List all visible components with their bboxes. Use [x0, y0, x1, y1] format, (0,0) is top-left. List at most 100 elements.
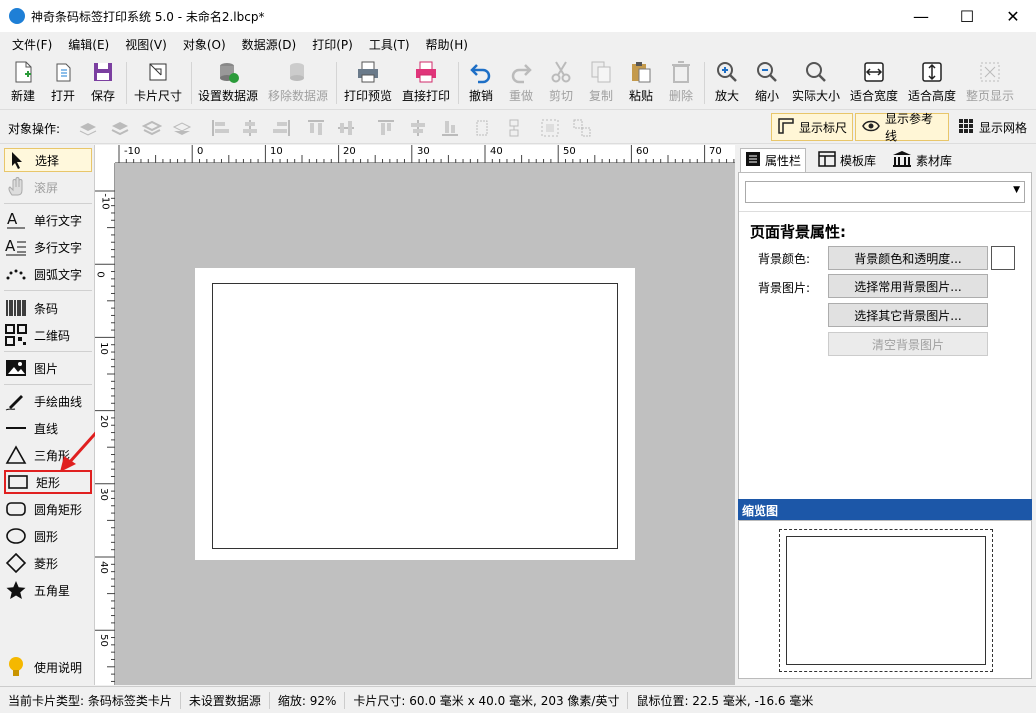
close-button[interactable]: ✕ — [990, 0, 1036, 32]
tab-properties[interactable]: 属性栏 — [740, 148, 807, 172]
tool-star[interactable]: 五角星 — [4, 578, 92, 602]
bg-color-button[interactable]: 背景颜色和透明度... — [828, 246, 988, 270]
save-button[interactable]: 保存 — [86, 59, 120, 107]
open-button[interactable]: 打开 — [46, 59, 80, 107]
zoom-in-icon — [715, 59, 739, 85]
bring-front-icon[interactable] — [78, 118, 98, 138]
ungroup-icon[interactable] — [572, 118, 592, 138]
tool-image[interactable]: 图片 — [4, 356, 92, 380]
tab-templates[interactable]: 模板库 — [814, 148, 880, 172]
same-height-icon[interactable] — [504, 118, 524, 138]
align-left-icon[interactable] — [210, 118, 230, 138]
bring-forward-icon[interactable] — [110, 118, 130, 138]
distribute-top-icon[interactable] — [376, 118, 396, 138]
design-canvas[interactable] — [115, 163, 735, 685]
lightbulb-icon — [4, 657, 28, 677]
clear-bg-button[interactable]: 清空背景图片 — [828, 332, 988, 356]
tool-diamond[interactable]: 菱形 — [4, 551, 92, 575]
direct-print-button[interactable]: 直接打印 — [401, 59, 451, 107]
align-top-icon[interactable] — [306, 118, 326, 138]
horizontal-ruler: -10 0 10 20 30 40 50 60 70 — [115, 145, 735, 163]
tool-select[interactable]: 选择 — [4, 148, 92, 172]
qrcode-icon — [4, 324, 28, 346]
show-ruler-toggle[interactable]: 显示标尺 — [771, 113, 853, 141]
status-bar: 当前卡片类型: 条码标签类卡片 未设置数据源 缩放: 92% 卡片尺寸: 60.… — [0, 686, 1036, 713]
send-back-icon[interactable] — [172, 118, 192, 138]
diamond-icon — [4, 553, 28, 573]
fit-page-icon — [979, 59, 1001, 85]
distribute-bottom-icon[interactable] — [440, 118, 460, 138]
send-backward-icon[interactable] — [141, 118, 163, 138]
star-icon — [4, 580, 28, 600]
help-button[interactable]: 使用说明 — [4, 655, 92, 679]
remove-datasource-button[interactable]: 移除数据源 — [267, 59, 329, 107]
menu-print[interactable]: 打印(P) — [304, 36, 361, 53]
object-dropdown[interactable]: ▼ — [745, 181, 1025, 203]
align-right-icon[interactable] — [272, 118, 292, 138]
tool-qrcode[interactable]: 二维码 — [4, 323, 92, 347]
paste-button[interactable]: 粘贴 — [626, 59, 656, 107]
align-center-icon[interactable] — [240, 118, 260, 138]
delete-button[interactable]: 删除 — [666, 59, 696, 107]
tool-barcode[interactable]: 条码 — [4, 296, 92, 320]
tool-round-rect[interactable]: 圆角矩形 — [4, 497, 92, 521]
undo-button[interactable]: 撤销 — [466, 59, 496, 107]
status-card-type[interactable]: 当前卡片类型: 条码标签类卡片 — [0, 691, 181, 709]
chevron-down-icon: ▼ — [1013, 185, 1020, 195]
group-icon[interactable] — [540, 118, 560, 138]
maximize-button[interactable]: ☐ — [944, 0, 990, 32]
menu-view[interactable]: 视图(V) — [117, 36, 175, 53]
minimize-button[interactable]: — — [898, 0, 944, 32]
print-preview-button[interactable]: 打印预览 — [343, 59, 393, 107]
fit-width-button[interactable]: 适合宽度 — [848, 59, 900, 107]
menu-help[interactable]: 帮助(H) — [418, 36, 476, 53]
redo-button[interactable]: 重做 — [506, 59, 536, 107]
round-rect-icon — [4, 499, 28, 519]
new-button[interactable]: 新建 — [6, 59, 40, 107]
fit-page-button[interactable]: 整页显示 — [964, 59, 1016, 107]
barcode-icon — [4, 298, 28, 318]
pick-other-bg-button[interactable]: 选择其它背景图片... — [828, 303, 988, 327]
zoom-out-button[interactable]: 缩小 — [752, 59, 782, 107]
status-card-size: 卡片尺寸: 60.0 毫米 x 40.0 毫米, 203 像素/英寸 — [345, 691, 629, 709]
tool-arc-text[interactable]: 圆弧文字 — [4, 262, 92, 286]
scissors-icon — [549, 59, 573, 85]
menu-datasource[interactable]: 数据源(D) — [234, 36, 305, 53]
thumbnail-view[interactable] — [738, 520, 1032, 679]
status-datasource: 未设置数据源 — [181, 691, 270, 709]
set-datasource-button[interactable]: 设置数据源 — [197, 59, 259, 107]
menu-tools[interactable]: 工具(T) — [361, 36, 418, 53]
tool-freehand[interactable]: 手绘曲线 — [4, 389, 92, 413]
main-toolbar: 新建 打开 保存 卡片尺寸 设置数据源 移除数据源 打印预览 直接打印 撤销 重… — [0, 56, 1036, 110]
database-add-icon — [216, 59, 240, 85]
same-width-icon[interactable] — [472, 118, 492, 138]
menu-file[interactable]: 文件(F) — [4, 36, 60, 53]
show-grid-toggle[interactable]: 显示网格 — [952, 113, 1034, 141]
tool-multi-text[interactable]: A 多行文字 — [4, 235, 92, 259]
align-middle-icon[interactable] — [336, 118, 356, 138]
color-swatch[interactable] — [991, 246, 1015, 270]
rectangle-icon — [6, 472, 30, 492]
tool-palette: 选择 滚屏 A 单行文字 A 多行文字 圆弧文字 条码 二维码 图片 手绘曲线 … — [0, 145, 95, 685]
distribute-center-icon[interactable] — [408, 118, 428, 138]
show-guides-toggle[interactable]: 显示参考线 — [855, 112, 949, 143]
cut-button[interactable]: 剪切 — [546, 59, 576, 107]
window-title: 神奇条码标签打印系统 5.0 - 未命名2.lbcp* — [31, 10, 265, 24]
trash-icon — [669, 59, 693, 85]
tool-single-text[interactable]: A 单行文字 — [4, 208, 92, 232]
menu-object[interactable]: 对象(O) — [175, 36, 234, 53]
menu-edit[interactable]: 编辑(E) — [60, 36, 117, 53]
fit-height-button[interactable]: 适合高度 — [906, 59, 958, 107]
card-size-button[interactable]: 卡片尺寸 — [131, 59, 185, 107]
label-card[interactable] — [195, 268, 635, 560]
tool-ellipse[interactable]: 圆形 — [4, 524, 92, 548]
ruler-corner — [95, 145, 115, 163]
tool-scroll[interactable]: 滚屏 — [4, 175, 92, 199]
copy-button[interactable]: 复制 — [586, 59, 616, 107]
zoom-in-button[interactable]: 放大 — [712, 59, 742, 107]
thumbnail-header: 缩览图 — [738, 499, 1032, 520]
tab-materials[interactable]: 素材库 — [888, 148, 956, 172]
actual-size-button[interactable]: 实际大小 — [790, 59, 842, 107]
pick-common-bg-button[interactable]: 选择常用背景图片... — [828, 274, 988, 298]
multi-text-icon: A — [4, 237, 28, 257]
